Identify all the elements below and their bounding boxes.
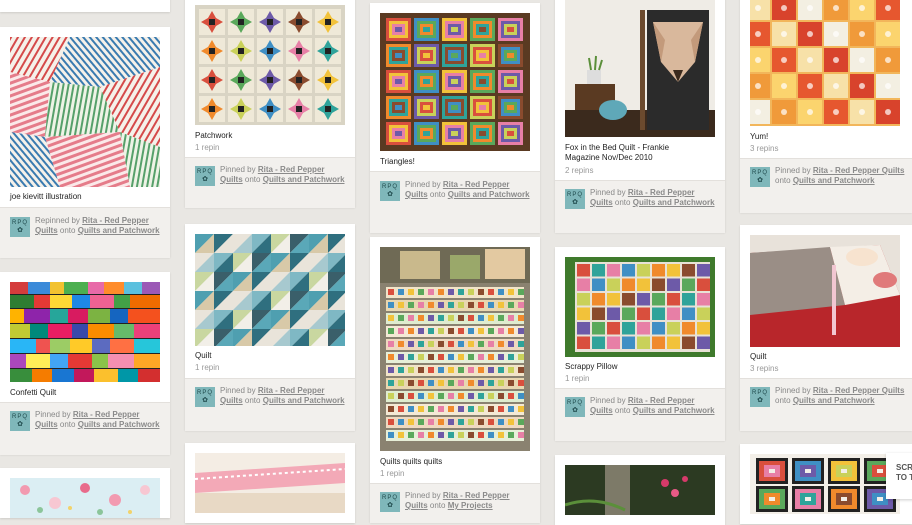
pin-image-folded-quilts-stack[interactable] <box>380 247 530 451</box>
pin-repin-count: 1 repin <box>565 374 590 383</box>
pin-card[interactable] <box>555 455 725 525</box>
pin-image-star-blocks-quilt[interactable] <box>195 5 345 125</box>
board-link[interactable]: My Projects <box>448 501 493 510</box>
board-link[interactable]: Quilts and Patchwork <box>78 226 160 235</box>
user-avatar[interactable]: RPQ ✿ <box>380 492 400 512</box>
pin-attribution: RPQ ✿ Pinned by Rita - Red Pepper Quilts … <box>555 388 725 441</box>
scroll-to-top-label: SCRO <box>896 463 912 472</box>
pin-image-pink-edge-quilt[interactable] <box>195 453 345 513</box>
attribution-text: Pinned by Rita - Red Pepper Quilts onto … <box>405 491 510 510</box>
attribution-text: Pinned by Rita - Red Pepper Quilts onto … <box>405 180 530 199</box>
pin-attribution: RPQ ✿ Repinned by Rita - Red Pepper Quilt… <box>0 207 170 258</box>
pin-attribution: RPQ ✿ Pinned by Rita - Red Pepper Quilts … <box>555 180 725 233</box>
pin-card[interactable]: Quilt 3 repins RPQ ✿ Pinned by Rita - Red… <box>740 225 912 431</box>
board-link[interactable]: Quilts and Patchwork <box>448 190 530 199</box>
pin-card[interactable]: Patchwork 1 repin RPQ ✿ Pinned by Rita - … <box>185 0 355 208</box>
pin-description: Quilts quilts quilts <box>380 457 443 466</box>
pin-card-top-partial[interactable] <box>0 0 170 12</box>
pin-description: Quilt <box>750 352 767 361</box>
user-avatar[interactable]: RPQ ✿ <box>565 189 585 209</box>
pin-attribution: RPQ ✿ Pinned by Rita - Red Pepper Quilts … <box>0 402 170 455</box>
board-link[interactable]: Quilts and Patchwork <box>633 406 715 415</box>
board-link[interactable]: Quilts and Patchwork <box>263 175 345 184</box>
attribution-text: Pinned by Rita - Red Pepper Quilts onto … <box>775 386 905 405</box>
user-avatar[interactable]: RPQ ✿ <box>750 387 770 407</box>
pin-card[interactable]: Yum! 3 repins RPQ ✿ Pinned by Rita - Red … <box>740 0 912 213</box>
pin-card[interactable]: Scrappy Pillow 1 repin RPQ ✿ Pinned by Ri… <box>555 247 725 441</box>
pin-image-triangle-quilt[interactable] <box>195 234 345 346</box>
pin-repin-count: 2 repins <box>565 166 594 175</box>
attribution-text: Pinned by Rita - Red Pepper Quilts onto … <box>220 386 345 405</box>
pin-image-granny-squares[interactable] <box>750 454 900 514</box>
pin-attribution: RPQ ✿ Pinned by Rita - Red Pepper Quilts … <box>740 158 912 213</box>
pin-description: Triangles! <box>380 157 415 166</box>
pin-description: Quilt <box>195 351 212 360</box>
pin-repin-count: 3 repins <box>750 364 779 373</box>
pin-image-confetti-quilt[interactable] <box>10 282 160 382</box>
user-avatar[interactable]: RPQ ✿ <box>380 181 400 201</box>
pin-attribution: RPQ ✿ Pinned by Rita - Red Pepper Quilts … <box>185 378 355 431</box>
pin-description: Confetti Quilt <box>10 388 57 397</box>
pin-card[interactable]: Triangles! RPQ ✿ Pinned by Rita - Red Pep… <box>370 3 540 233</box>
pin-description: Patchwork <box>195 131 233 140</box>
board-link[interactable]: Quilts and Patchwork <box>793 396 875 405</box>
pin-image-patchwork-illustration[interactable] <box>10 37 160 187</box>
attribution-text: Pinned by Rita - Red Pepper Quilts onto … <box>775 166 905 185</box>
pin-card[interactable] <box>185 443 355 523</box>
pin-image-garden-photo[interactable] <box>565 465 715 515</box>
user-link[interactable]: Rita - Red Pepper Quilts <box>813 386 905 395</box>
pin-repin-count: 3 repins <box>750 144 779 153</box>
pin-image-orange-quilt[interactable] <box>750 0 900 126</box>
pin-card[interactable]: joe kievitt illustration RPQ ✿ Repinned b… <box>0 27 170 258</box>
pin-description: Scrappy Pillow <box>565 362 618 371</box>
board-link[interactable]: Quilts and Patchwork <box>78 420 160 429</box>
board-link[interactable]: Quilts and Patchwork <box>793 176 875 185</box>
pin-image-triangles-quilt[interactable] <box>380 13 530 151</box>
pin-card[interactable] <box>0 468 170 518</box>
pin-attribution: RPQ ✿ Pinned by Rita - Red Pepper Quilts … <box>740 378 912 431</box>
pin-card[interactable]: Confetti Quilt RPQ ✿ Pinned by Rita - Red… <box>0 272 170 455</box>
board-link[interactable]: Quilts and Patchwork <box>633 198 715 207</box>
pin-repin-count: 1 repin <box>195 143 220 152</box>
scroll-to-top-label-2: TO T <box>896 473 912 482</box>
attribution-text: Pinned by Rita - Red Pepper Quilts onto … <box>35 410 160 429</box>
user-avatar[interactable]: RPQ ✿ <box>195 387 215 407</box>
user-avatar[interactable]: RPQ ✿ <box>10 411 30 431</box>
user-avatar[interactable]: RPQ ✿ <box>750 167 770 187</box>
attribution-text: Pinned by Rita - Red Pepper Quilts onto … <box>590 396 715 415</box>
user-avatar[interactable]: RPQ ✿ <box>10 217 30 237</box>
pin-description: Fox in the Bed Quilt - Frankie Magazine … <box>565 143 670 162</box>
user-link[interactable]: Rita - Red Pepper Quilts <box>813 166 905 175</box>
pin-image-bed-quilt[interactable] <box>750 235 900 347</box>
pin-card[interactable]: Fox in the Bed Quilt - Frankie Magazine … <box>555 0 725 233</box>
pin-card[interactable]: Quilt 1 repin RPQ ✿ Pinned by Rita - Red … <box>185 224 355 431</box>
pin-description: joe kievitt illustration <box>10 192 82 201</box>
attribution-text: Pinned by Rita - Red Pepper Quilts onto … <box>590 188 715 207</box>
pin-description: Yum! <box>750 132 769 141</box>
pin-image-floral-fabric[interactable] <box>10 478 160 518</box>
pin-image-scrappy-pillow[interactable] <box>565 257 715 357</box>
pin-card[interactable]: Quilts quilts quilts 1 repin RPQ ✿ Pinned… <box>370 237 540 523</box>
board-link[interactable]: Quilts and Patchwork <box>263 396 345 405</box>
scroll-to-top-button[interactable]: SCRO TO T <box>886 453 912 499</box>
pin-image-fox-quilt[interactable] <box>565 0 715 137</box>
pin-repin-count: 1 repin <box>380 469 405 478</box>
pin-attribution: RPQ ✿ Pinned by Rita - Red Pepper Quilts … <box>370 171 540 233</box>
user-avatar[interactable]: RPQ ✿ <box>195 166 215 186</box>
pin-attribution: RPQ ✿ Pinned by Rita - Red Pepper Quilts … <box>185 157 355 208</box>
pin-repin-count: 1 repin <box>195 363 220 372</box>
attribution-text: Repinned by Rita - Red Pepper Quilts ont… <box>35 216 160 235</box>
user-avatar[interactable]: RPQ ✿ <box>565 397 585 417</box>
attribution-text: Pinned by Rita - Red Pepper Quilts onto … <box>220 165 345 184</box>
pin-attribution: RPQ ✿ Pinned by Rita - Red Pepper Quilts … <box>370 483 540 523</box>
